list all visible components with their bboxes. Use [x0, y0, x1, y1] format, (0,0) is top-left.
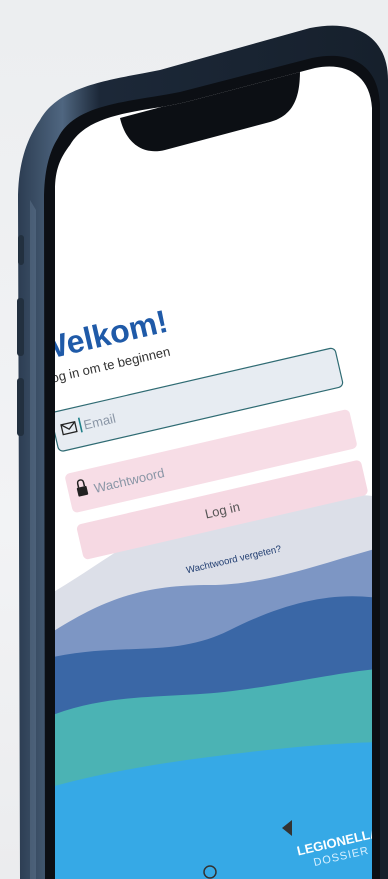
phone-mockup: 10:17 60 Welkom! Log in om te beginnen [0, 0, 388, 879]
volume-up-button [17, 298, 24, 356]
volume-down-button [17, 378, 24, 436]
frame-highlight [30, 200, 36, 879]
phone-svg: 10:17 60 Welkom! Log in om te beginnen [17, 25, 388, 879]
mute-switch [18, 235, 24, 265]
